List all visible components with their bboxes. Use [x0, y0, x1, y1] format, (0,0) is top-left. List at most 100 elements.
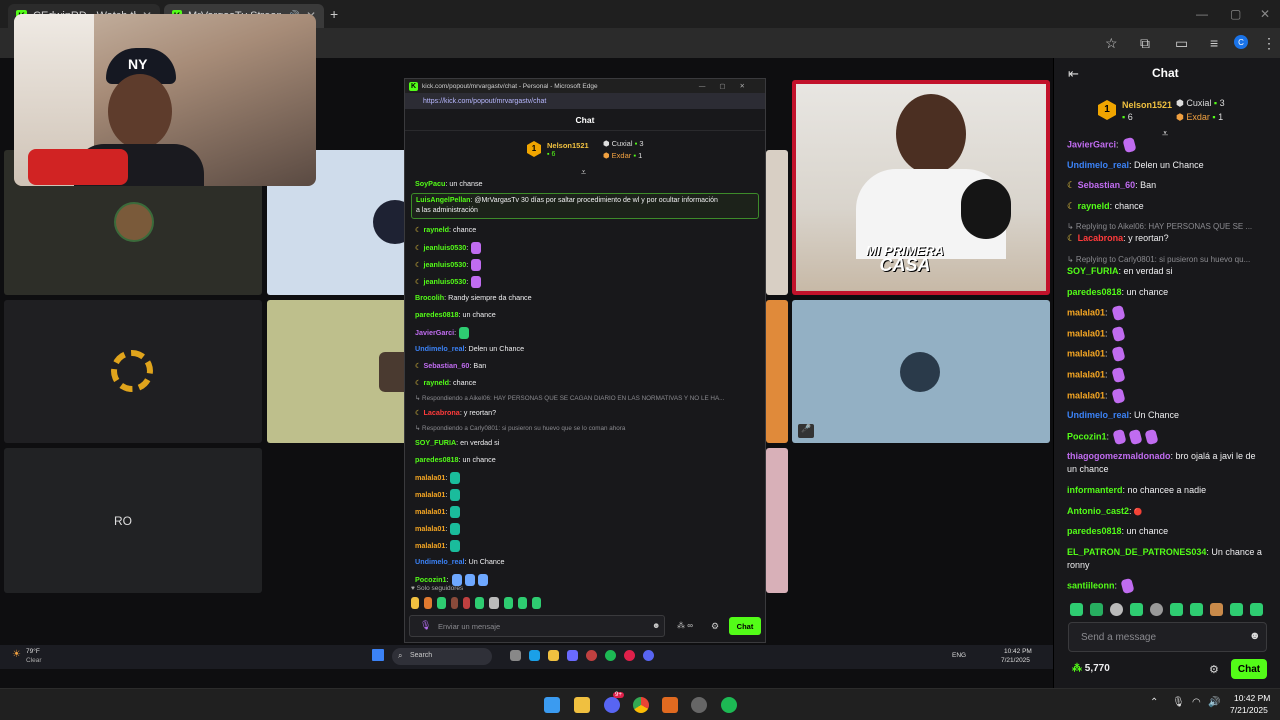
chat-username[interactable]: malala01	[1067, 328, 1105, 338]
chat-text: : un chance	[458, 310, 496, 319]
chat-message: ☾ Lacabrona: y reortan?	[1067, 232, 1169, 245]
volume-icon[interactable]: 🔊	[1208, 697, 1220, 708]
extensions-icon[interactable]: ⧉	[1140, 35, 1150, 52]
clock-date[interactable]: 7/21/2025	[1230, 705, 1268, 715]
chat-username[interactable]: informanterd	[1067, 485, 1123, 495]
mic-tray-icon[interactable]: 🎙	[1172, 697, 1185, 708]
chat-username[interactable]: SOY_FURIA	[1067, 266, 1119, 276]
chat-username[interactable]: santiileonn	[1067, 581, 1115, 591]
close-window-icon[interactable]: ✕	[1260, 7, 1270, 21]
moon-badge-icon: ☾	[1067, 200, 1078, 211]
chat-username[interactable]: Pocozin1	[415, 575, 447, 584]
collapse-chat-icon[interactable]: ⇤	[1068, 66, 1079, 82]
discord-icon[interactable]	[604, 697, 620, 713]
chat-username[interactable]: thiagogomezmaldonado	[1067, 451, 1171, 461]
app-icon[interactable]	[662, 697, 678, 713]
chat-username[interactable]: malala01	[1067, 308, 1105, 318]
emoji-icon[interactable]: ☻	[1249, 630, 1261, 642]
pinned-message: LuisAngelPellan: @MrVargasTv 30 días por…	[411, 193, 759, 219]
chat-username[interactable]: rayneld	[1078, 201, 1110, 211]
search-icon: ⌕	[398, 651, 403, 660]
chat-username[interactable]: Antonio_cast2	[1067, 506, 1129, 516]
chat-username[interactable]: malala01	[1067, 349, 1105, 359]
chat-username[interactable]: jeanluis0530	[423, 277, 466, 286]
chat-username[interactable]: Lacabrona	[1078, 233, 1124, 243]
gifter-name: ⬢ Cuxial ▪ 3	[603, 139, 644, 148]
favorite-star-icon[interactable]: ☆	[1105, 35, 1118, 52]
chat-username[interactable]: Lacabrona	[423, 408, 459, 417]
spotify-icon[interactable]	[721, 697, 737, 713]
chat-settings-icon[interactable]: ⚙	[1209, 663, 1219, 676]
chat-username[interactable]: Undimelo_real	[415, 344, 465, 353]
chat-username[interactable]: rayneld	[423, 378, 449, 387]
emote-bar[interactable]	[411, 597, 571, 609]
start-icon[interactable]	[544, 697, 560, 713]
split-screen-icon[interactable]: ▭	[1175, 35, 1188, 52]
chat-message: Pocozin1:	[1067, 428, 1159, 445]
chat-username[interactable]: SOY_FURIA	[415, 438, 456, 447]
chat-username[interactable]: EL_PATRON_DE_PATRONES034	[1067, 547, 1206, 557]
chat-username[interactable]: paredes0818	[415, 455, 459, 464]
chrome-icon[interactable]	[633, 697, 649, 713]
host-face	[896, 94, 966, 174]
chat-text: :	[454, 327, 457, 337]
emote	[450, 489, 461, 501]
chat-text: : y reortan?	[1123, 233, 1169, 244]
chat-username[interactable]: Undimelo_real	[415, 557, 465, 566]
chat-username[interactable]: paredes0818	[415, 310, 459, 319]
moon-badge-icon: ☾	[1067, 233, 1078, 244]
chat-username[interactable]: malala01	[415, 490, 445, 499]
popout-chat-input[interactable]: 🎙 Enviar un mensaje ☻	[409, 615, 665, 637]
inner-clock-time: 10:42 PM	[1004, 648, 1032, 655]
chat-username[interactable]: malala01	[1067, 390, 1105, 400]
emote-bar[interactable]	[1070, 603, 1263, 616]
wifi-icon[interactable]: ◠	[1192, 697, 1201, 708]
chat-username[interactable]: malala01	[415, 524, 445, 533]
popout-window-controls[interactable]: —▢✕	[699, 82, 759, 90]
chat-username[interactable]: jeanluis0530	[423, 260, 466, 269]
chat-username[interactable]: SoyPacu	[415, 179, 445, 188]
emote	[1120, 578, 1135, 595]
chat-username[interactable]: JavierGarci	[415, 328, 454, 337]
new-tab-button[interactable]: +	[330, 6, 338, 22]
chat-username[interactable]: malala01	[415, 473, 445, 482]
chat-username[interactable]: Sebastian_60	[1078, 180, 1136, 190]
chat-username[interactable]: jeanluis0530	[423, 243, 466, 252]
chat-username[interactable]: paredes0818	[1067, 287, 1122, 297]
profile-avatar[interactable]: C	[1234, 35, 1248, 49]
chat-message: thiagogomezmaldonado: bro ojalá a javi l…	[1067, 450, 1256, 476]
emoji-icon[interactable]: ☻	[652, 621, 660, 630]
chat-username[interactable]: malala01	[415, 541, 445, 550]
popout-send-button[interactable]: Chat	[729, 617, 761, 635]
popout-chat-window[interactable]: K kick.com/popout/mrvargastv/chat - Pers…	[404, 78, 766, 643]
tray-overflow-icon[interactable]: ⌃	[1150, 697, 1158, 708]
chat-username[interactable]: rayneld	[423, 225, 449, 234]
clock-time[interactable]: 10:42 PM	[1234, 693, 1270, 703]
collapse-leaderboard-icon[interactable]: ⩡	[1162, 128, 1168, 141]
chat-message: ☾ rayneld: chance	[415, 378, 476, 387]
collapse-icon[interactable]: ⩡	[581, 167, 586, 178]
points-display[interactable]: ⁂ ∞	[677, 621, 693, 630]
chat-username[interactable]: Undimelo_real	[1067, 410, 1129, 420]
collections-icon[interactable]: ≡	[1210, 35, 1218, 51]
chat-input[interactable]: Send a message ☻	[1068, 622, 1267, 652]
file-explorer-icon[interactable]	[574, 697, 590, 713]
chat-username[interactable]: Pocozin1	[1067, 431, 1107, 441]
chat-text: :	[466, 259, 469, 269]
show-logo: MI PRIMERA CASA	[866, 243, 944, 275]
restore-icon[interactable]: ▢	[1230, 7, 1241, 21]
channel-points[interactable]: ⁂ 5,770	[1072, 663, 1110, 674]
chat-username[interactable]: paredes0818	[1067, 526, 1122, 536]
chat-username[interactable]: malala01	[1067, 369, 1105, 379]
chat-send-button[interactable]: Chat	[1231, 659, 1267, 679]
chat-username[interactable]: Brocolih	[415, 293, 444, 302]
more-options-icon[interactable]: ⋮	[1262, 35, 1276, 52]
chat-username[interactable]: JavierGarci	[1067, 139, 1116, 149]
minimize-icon[interactable]: —	[1196, 7, 1208, 21]
obs-icon[interactable]	[691, 697, 707, 713]
settings-icon[interactable]: ⚙	[711, 621, 719, 632]
chat-username[interactable]: Undimelo_real	[1067, 160, 1129, 170]
chat-username[interactable]: Sebastian_60	[423, 361, 469, 370]
chat-username[interactable]: malala01	[415, 507, 445, 516]
chat-text: :	[445, 472, 448, 482]
